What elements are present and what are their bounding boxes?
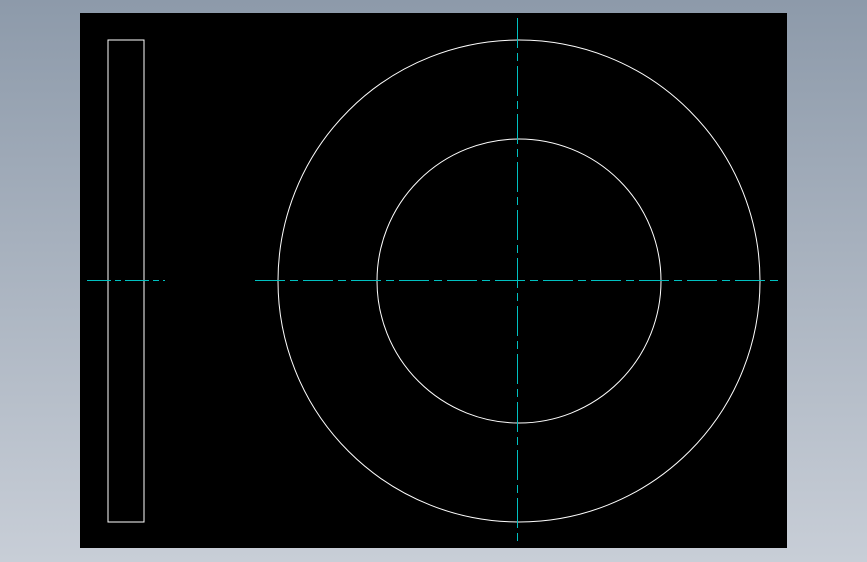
drawing-viewport[interactable]: [80, 13, 787, 548]
cad-drawing: [87, 18, 780, 543]
